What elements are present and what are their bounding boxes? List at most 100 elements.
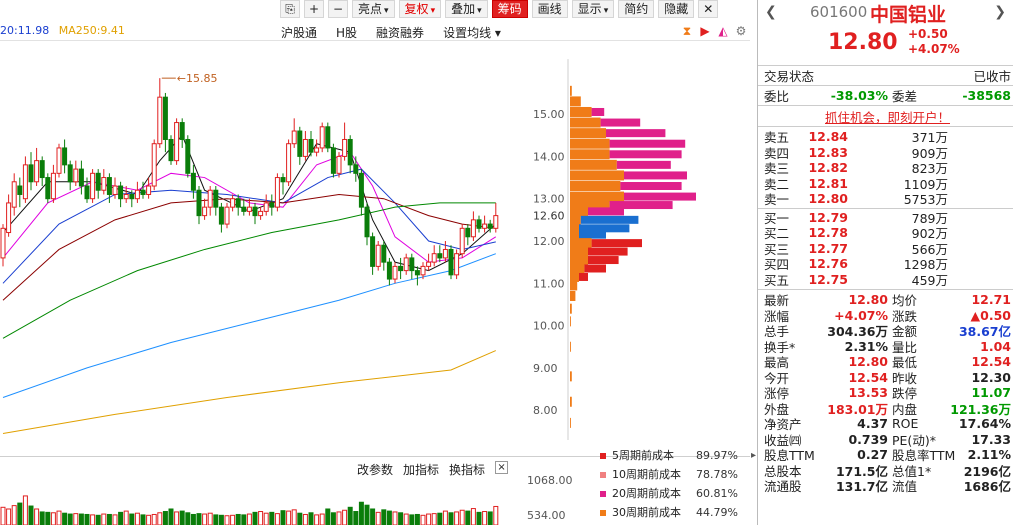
legend-swatch [600,509,606,516]
candle-up [146,185,152,195]
candle-down [252,206,258,217]
chip-bar-pink [616,160,671,169]
legend-label: 30周期前成本 [612,506,681,519]
candle-up [482,223,488,229]
adjust-price-button[interactable]: 复权 ▾ [398,0,442,18]
overlay-button[interactable]: 叠加 ▾ [445,0,488,18]
volume-bar-up [302,513,308,525]
zoom-in-icon[interactable]: + [304,0,324,18]
settings-gear-icon[interactable]: ⚙ [734,24,748,39]
candle-up [442,248,448,259]
chip-tool-icons: ⧗ ▶ ◭ ⚙ [680,24,748,39]
volume-bar-down [95,514,101,525]
chip-bar-pink [591,107,605,116]
candle-down [269,202,275,208]
quote-panel: ❮ 601600 中国铝业 ❯ 12.80 +0.50 +4.07% 交易状态 … [757,0,1013,525]
legend-label: 5周期前成本 [612,449,674,462]
close-indicator-icon[interactable]: × [495,461,509,474]
link-margin-trading[interactable]: 融资融券 [376,24,424,41]
draw-line-button[interactable]: 画线 [531,0,568,18]
link-h-shares[interactable]: H股 [336,24,357,41]
candle-down [213,189,219,208]
candle-down [235,198,241,208]
stock-code: 601600 [810,3,868,21]
volume-bar-up [101,513,107,525]
open-account-link[interactable]: 抓住机会，即刻开户！ [758,106,1013,127]
volume-bar-up [286,510,292,525]
chip-cost-row: 30周期前成本 44.79% [596,503,738,522]
volume-bar-down [67,513,73,525]
volume-bar-up [146,514,152,525]
chip-color-icon[interactable]: ◭ [716,24,730,39]
candle-down [297,130,303,157]
candle-down [358,172,364,208]
candle-up [470,219,476,238]
volume-bar-up [22,495,28,525]
indicator-tools: 改参数 加指标 换指标 × [357,461,509,478]
volume-bar-up [6,508,12,525]
volume-bar-down [118,511,124,525]
candle-up [319,126,325,149]
stat-value: 0.739 [848,431,888,447]
next-stock-icon[interactable]: ❯ [994,4,1006,20]
edit-params-button[interactable]: 改参数 [357,461,393,478]
ma-legend: 20:11.98 MA250:9.41 [0,24,131,37]
chip-bar-orange [570,341,571,352]
chip-bar-orange [570,417,571,428]
bid-level-row[interactable]: 买五 12.75 459万 [758,272,1013,288]
add-indicator-button[interactable]: 加指标 [403,461,439,478]
chip-bar-pink [624,192,696,201]
volume-bar-up [459,509,465,525]
chip-bar-orange [570,181,621,192]
candle-down [39,160,45,179]
collapse-panel-icon[interactable]: ▸ [751,450,756,461]
ratio-label: 委比 [764,89,790,104]
candle-down [325,126,331,149]
stat-value: 12.71 [971,292,1011,308]
simple-mode-button[interactable]: 简约 [618,0,655,18]
volume-bar-down [364,504,370,525]
candle-down [353,164,359,174]
link-shanghai-connect[interactable]: 沪股通 [281,24,317,41]
level-price: 12.83 [808,144,848,160]
level-volume: 459万 [911,272,948,288]
last-price-axis-label: 12.60 [533,210,565,223]
legend-value: 78.78% [696,468,738,481]
highlight-button[interactable]: 亮点 ▾ [352,0,395,18]
volume-bar-down [353,511,359,525]
flag-icon[interactable]: ▶ [698,24,712,39]
candle-down [347,138,353,166]
stat-value: 38.67亿 [958,324,1011,340]
volume-bar-up [442,510,448,525]
copy-icon[interactable]: ⎘ [280,0,300,18]
chip-cost-row: 10周期前成本 78.78% [596,465,738,484]
chip-bar-orange [570,290,576,301]
candle-up [112,185,118,195]
level-price: 12.77 [808,240,848,256]
volume-bar-up [431,513,437,525]
volume-axis-tick: 534.00 [527,509,566,522]
close-icon[interactable]: ✕ [698,0,719,18]
prev-stock-icon[interactable]: ❮ [765,4,777,20]
chips-button[interactable]: 筹码 [491,0,528,18]
candle-down [487,223,493,229]
zoom-out-icon[interactable]: − [328,0,348,18]
candle-down [162,96,168,140]
chip-view-icon[interactable]: ⧗ [680,24,694,39]
legend-swatch [600,490,606,497]
candle-up [6,202,12,234]
order-book: 卖五 12.84 371万 卖四 12.83 909万 卖三 12.82 823万 卖二 12.81… [758,127,1013,290]
chevron-down-icon: ▾ [430,6,436,16]
switch-indicator-button[interactable]: 换指标 [449,461,485,478]
volume-bar-down [448,512,454,525]
volume-bar-up [90,514,96,525]
volume-bar-up [420,514,426,525]
hide-button[interactable]: 隐藏 [658,0,695,18]
set-ma-dropdown[interactable]: 设置均线 ▾ [443,24,501,41]
display-button[interactable]: 显示 ▾ [571,0,615,18]
level-label: 买五 [764,272,790,288]
price-chart[interactable]: ←15.85 15.00 14.00 13.00 12.00 11.00 10.00 9.00… [0,40,750,440]
ask-level-row[interactable]: 卖一 12.80 5753万 [758,191,1013,207]
candle-up [302,138,308,157]
volume-bar-down [129,513,135,525]
